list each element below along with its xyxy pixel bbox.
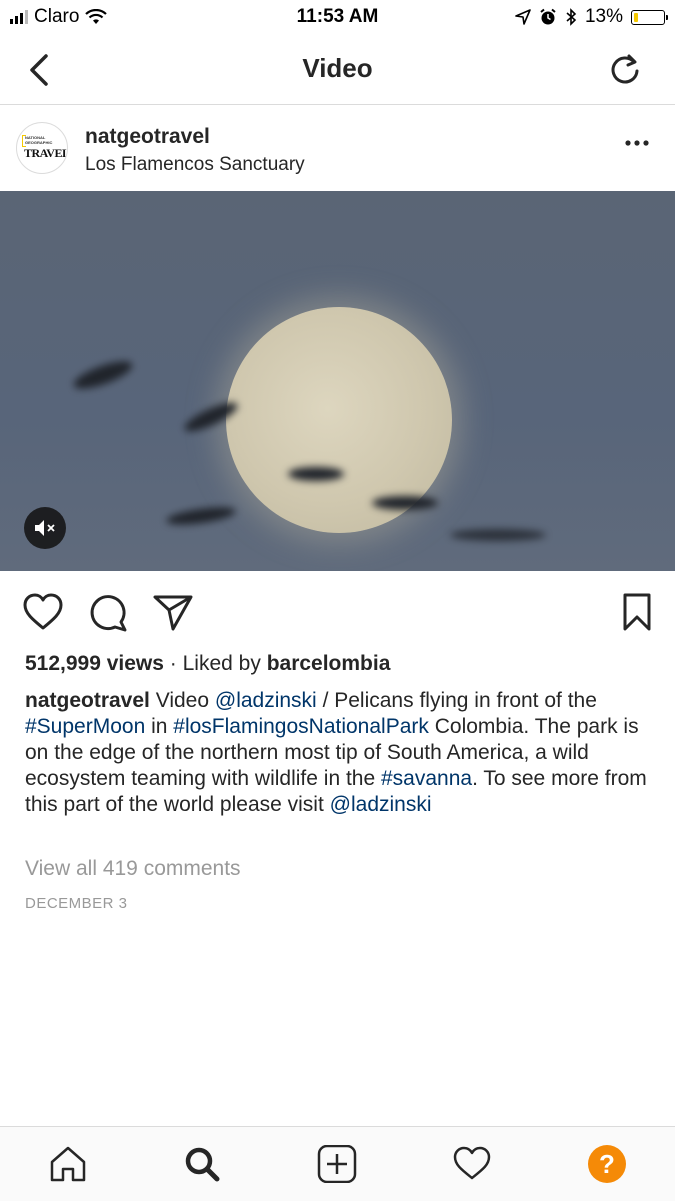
refresh-icon[interactable] — [607, 52, 643, 88]
liked-by-user[interactable]: barcelombia — [267, 652, 391, 675]
pelican-silhouette — [165, 504, 237, 528]
hashtag-link[interactable]: #losFlamingosNationalPark — [173, 715, 429, 738]
caption-segment: / Pelicans flying in front of the — [316, 689, 597, 712]
avatar[interactable]: NATIONAL GEOGRAPHIC TRAVEL — [16, 122, 68, 174]
add-post-icon[interactable] — [317, 1145, 357, 1183]
heart-icon[interactable] — [452, 1145, 492, 1183]
views-and-likes: 512,999 views · Liked by barcelombia — [25, 652, 390, 676]
like-heart-icon[interactable] — [22, 592, 64, 632]
comment-bubble-icon[interactable] — [88, 592, 128, 632]
mute-button[interactable] — [24, 507, 66, 549]
share-paper-plane-icon[interactable] — [152, 592, 194, 632]
caption-author[interactable]: natgeotravel — [25, 689, 150, 712]
more-options-icon[interactable] — [625, 139, 649, 147]
pelican-silhouette — [70, 355, 136, 395]
page-title: Video — [302, 53, 373, 83]
pelican-silhouette — [372, 496, 438, 510]
hashtag-link[interactable]: #SuperMoon — [25, 715, 145, 738]
nav-bar: Video — [0, 36, 675, 105]
pelican-silhouette — [450, 529, 546, 541]
status-right: 13% — [515, 6, 668, 28]
battery-icon — [631, 9, 668, 25]
mention-link[interactable]: @ladzinski — [215, 689, 317, 712]
post-date: DECEMBER 3 — [25, 895, 128, 912]
help-icon[interactable]: ? — [588, 1145, 626, 1183]
bottom-tab-bar: ? — [0, 1126, 675, 1201]
post-actions — [0, 590, 675, 634]
location-arrow-icon — [515, 9, 531, 25]
view-count[interactable]: 512,999 views — [25, 652, 164, 675]
speaker-muted-icon — [35, 520, 55, 536]
avatar-logo-text-main: TRAVEL — [24, 146, 68, 160]
bluetooth-icon — [566, 8, 577, 26]
view-comments-link[interactable]: View all 419 comments — [25, 857, 241, 881]
post-header: NATIONAL GEOGRAPHIC TRAVEL natgeotravel … — [0, 105, 675, 191]
post-username[interactable]: natgeotravel — [85, 125, 210, 149]
alarm-icon — [540, 8, 556, 25]
hashtag-link[interactable]: #savanna — [381, 767, 472, 790]
mention-link[interactable]: @ladzinski — [330, 793, 432, 816]
post-video[interactable] — [0, 191, 675, 571]
caption-segment: in — [145, 715, 174, 738]
search-icon[interactable] — [182, 1145, 222, 1183]
battery-percent: 13% — [584, 6, 623, 27]
home-icon[interactable] — [48, 1145, 88, 1183]
status-bar: Claro 11:53 AM 13% — [0, 0, 675, 36]
post-caption: natgeotravel Video @ladzinski / Pelicans… — [25, 688, 655, 818]
post-location[interactable]: Los Flamencos Sanctuary — [85, 154, 305, 176]
pelican-silhouette — [288, 467, 344, 481]
caption-segment: Video — [149, 689, 215, 712]
bookmark-icon[interactable] — [620, 592, 654, 632]
avatar-logo-text-top: NATIONAL GEOGRAPHIC — [25, 135, 53, 145]
liked-by-prefix: · Liked by — [169, 652, 261, 675]
